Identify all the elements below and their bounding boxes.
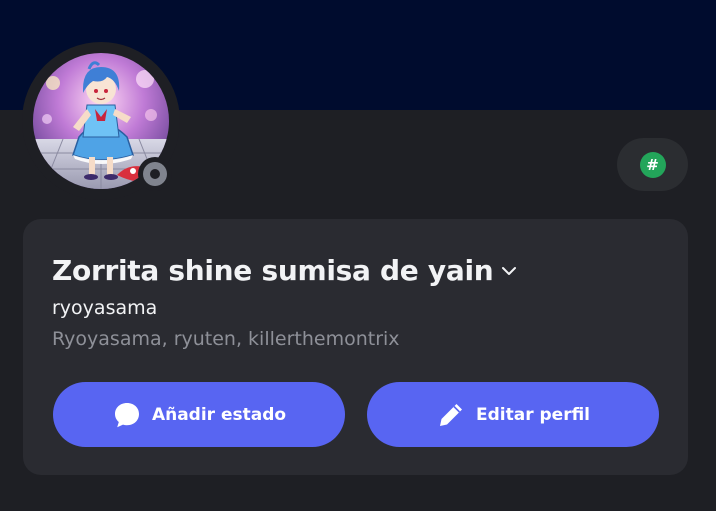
add-status-button[interactable]: Añadir estado xyxy=(53,382,345,447)
display-name-row[interactable]: Zorrita shine sumisa de yain xyxy=(52,254,519,287)
alt-names: Ryoyasama, ryuten, killerthemontrix xyxy=(52,328,400,350)
username: ryoyasama xyxy=(52,297,158,319)
pencil-icon xyxy=(439,403,462,426)
display-name: Zorrita shine sumisa de yain xyxy=(52,254,494,287)
edit-profile-label: Editar perfil xyxy=(475,404,591,425)
profile-card: Zorrita shine sumisa de yain ryoyasama R… xyxy=(23,219,688,475)
add-status-label: Añadir estado xyxy=(151,404,287,425)
status-offline-icon xyxy=(143,162,167,186)
chevron-down-icon[interactable] xyxy=(499,261,519,281)
hash-badge-icon: # xyxy=(639,151,666,178)
speech-bubble-icon xyxy=(114,402,139,427)
profile-badge-button[interactable]: # xyxy=(617,138,688,191)
edit-profile-button[interactable]: Editar perfil xyxy=(367,382,659,447)
